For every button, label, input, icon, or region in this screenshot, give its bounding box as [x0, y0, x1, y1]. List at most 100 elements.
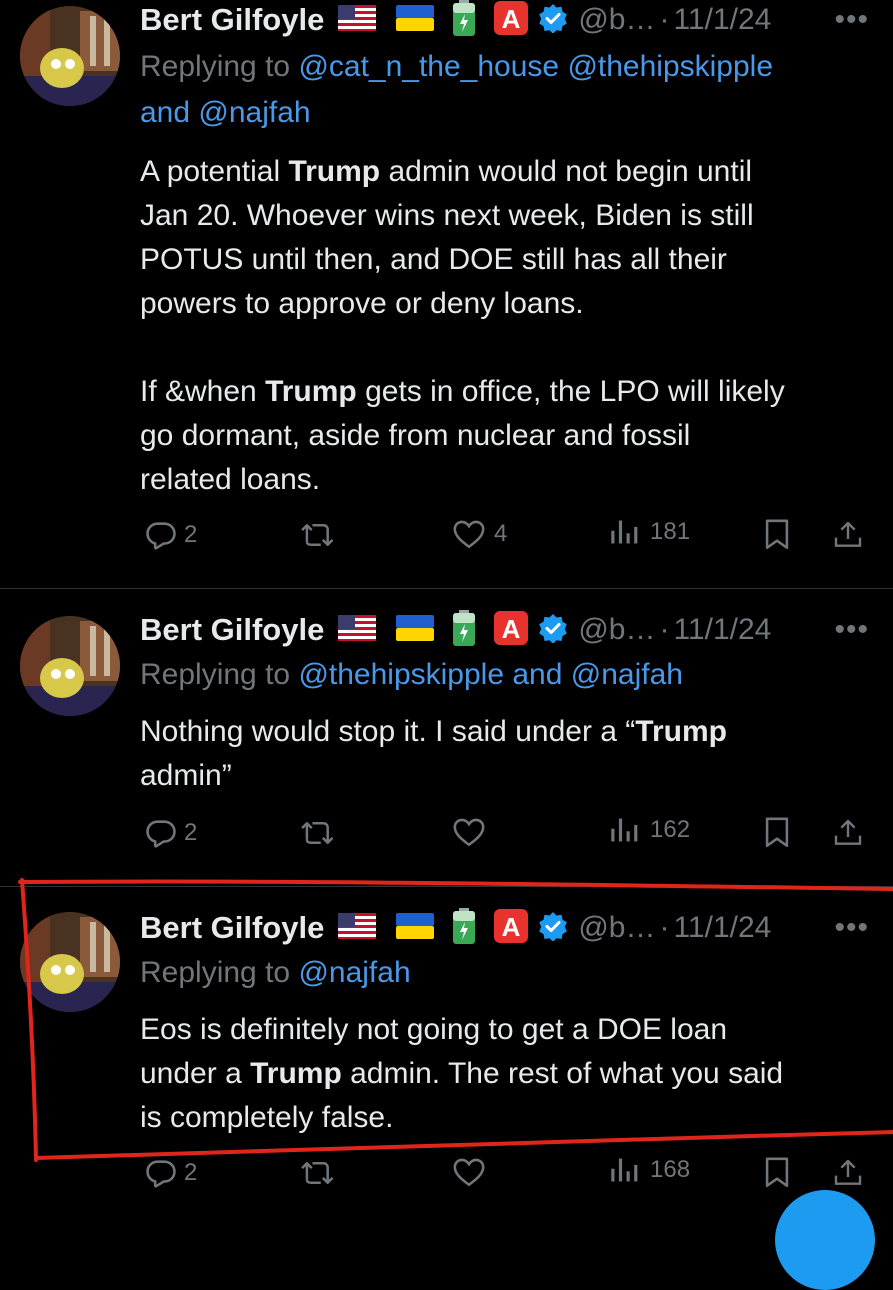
share-icon — [834, 1159, 862, 1185]
battery-icon — [452, 609, 476, 651]
views-icon — [611, 520, 638, 544]
heart-icon — [453, 1158, 485, 1187]
svg-text:A: A — [502, 912, 521, 942]
heart-icon — [453, 520, 485, 549]
reply-button[interactable]: 2 — [144, 518, 197, 552]
more-options-icon[interactable]: ••• — [834, 3, 869, 37]
author-name[interactable]: Bert Gilfoyle — [140, 612, 324, 648]
tweet-text-line: go dormant, aside from nuclear and fossi… — [140, 414, 875, 458]
reply-button[interactable]: 2 — [144, 1156, 197, 1190]
text-run: under a — [140, 1057, 251, 1090]
reply-icon — [146, 820, 176, 848]
tweet-header: Bert Gilfoyle A @b… · 11/1/24 ••• — [140, 609, 893, 651]
retweet-icon — [301, 524, 334, 546]
tweet-date[interactable]: 11/1/24 — [673, 911, 771, 945]
retweet-button[interactable] — [300, 816, 336, 850]
red-a-icon: A — [494, 610, 529, 650]
text-run: go dormant, aside from nuclear and fossi… — [140, 419, 691, 452]
separator-dot: · — [659, 3, 670, 36]
text-run: Nothing would stop it. I said under a “ — [140, 715, 636, 748]
bookmark-button[interactable] — [762, 518, 792, 552]
bold-keyword: Trump — [265, 375, 357, 408]
mention-link[interactable]: @cat_n_the_house — [298, 50, 559, 83]
compose-button[interactable] — [775, 1190, 875, 1290]
bookmark-button[interactable] — [762, 1156, 792, 1190]
avatar[interactable] — [20, 616, 120, 716]
replying-prefix: Replying to — [140, 658, 299, 691]
tweet-text: Nothing would stop it. I said under a “T… — [140, 710, 875, 798]
tweet[interactable]: Bert Gilfoyle A @b… · 11/1/24 ••• Replyi… — [0, 596, 893, 886]
tweet-date[interactable]: 11/1/24 — [673, 613, 771, 647]
mention-link[interactable]: @thehipskipple — [298, 658, 504, 691]
tweet[interactable]: Bert Gilfoyle A @b… · 11/1/24 ••• Replyi… — [0, 894, 893, 1200]
tweet-text: A potential Trump admin would not begin … — [140, 150, 875, 502]
tweet-date[interactable]: 11/1/24 — [673, 3, 771, 37]
tweet-text-line: POTUS until then, and DOE still has all … — [140, 238, 875, 282]
tweet-text-line: admin” — [140, 754, 875, 798]
tweet[interactable]: Bert Gilfoyle A @b… · 11/1/24 ••• Replyi… — [0, 0, 893, 588]
retweet-button[interactable] — [300, 1156, 336, 1190]
bookmark-button[interactable] — [762, 816, 792, 850]
reply-count: 2 — [184, 819, 198, 846]
text-run: If &when — [140, 375, 266, 408]
views-button[interactable]: 162 — [608, 816, 690, 844]
share-icon — [834, 521, 862, 547]
like-button[interactable] — [452, 1156, 486, 1188]
tweet-text-line: Eos is definitely not going to get a DOE… — [140, 1008, 875, 1052]
avatar[interactable] — [20, 6, 120, 106]
views-button[interactable]: 168 — [608, 1156, 690, 1184]
share-icon — [834, 819, 862, 845]
verified-icon — [538, 911, 568, 946]
bold-keyword: Trump — [288, 155, 381, 188]
ukraine-flag-icon — [396, 614, 435, 646]
tweet-actions: 2 168 — [140, 1156, 893, 1196]
tweet-header: Bert Gilfoyle A @b… · 11/1/24 ••• — [140, 0, 893, 40]
author-handle[interactable]: @b… — [578, 911, 655, 945]
red-a-icon: A — [494, 908, 529, 948]
author-name[interactable]: Bert Gilfoyle — [140, 910, 324, 946]
share-button[interactable] — [832, 816, 864, 850]
retweet-icon — [301, 1162, 334, 1184]
reply-count: 2 — [184, 521, 198, 548]
text-run: Jan 20. Whoever wins next week, Biden is… — [140, 199, 754, 232]
ukraine-flag-icon — [396, 912, 435, 944]
tweet-text-line: is completely false. — [140, 1096, 875, 1140]
bookmark-icon — [765, 1157, 789, 1188]
us-flag-icon — [338, 614, 377, 646]
like-button[interactable]: 4 — [452, 518, 507, 550]
text-run: powers to approve or deny loans. — [140, 287, 584, 320]
share-button[interactable] — [832, 518, 864, 552]
tweet-text-line: related loans. — [140, 458, 875, 502]
svg-text:A: A — [502, 4, 521, 34]
us-flag-icon — [338, 4, 377, 36]
replying-to: Replying to @cat_n_the_house @thehipskip… — [140, 44, 860, 136]
author-handle[interactable]: @b… — [578, 3, 655, 37]
view-count: 181 — [650, 518, 691, 545]
replying-to: Replying to @thehipskipple and @najfah — [140, 652, 880, 698]
text-run: A potential — [140, 155, 289, 188]
views-button[interactable]: 181 — [608, 518, 690, 546]
more-options-icon[interactable]: ••• — [834, 911, 869, 945]
avatar[interactable] — [20, 912, 120, 1012]
text-run: POTUS until then, and DOE still has all … — [140, 243, 727, 276]
tweet-text-line: under a Trump admin. The rest of what yo… — [140, 1052, 875, 1096]
text-run: gets in office, the LPO will likely — [356, 375, 785, 408]
heart-icon — [453, 818, 485, 847]
tweet-text-line — [140, 326, 875, 370]
tweet-actions: 2 162 — [140, 816, 893, 856]
mention-link[interactable]: @thehipskipple — [567, 50, 773, 83]
like-button[interactable] — [452, 816, 486, 848]
separator-dot: · — [659, 613, 670, 646]
us-flag-icon — [338, 912, 377, 944]
author-handle[interactable]: @b… — [578, 613, 655, 647]
retweet-button[interactable] — [300, 518, 336, 552]
mention-link[interactable]: @najfah — [198, 96, 310, 129]
author-name[interactable]: Bert Gilfoyle — [140, 2, 324, 38]
mention-link[interactable]: @najfah — [571, 658, 683, 691]
battery-icon — [452, 0, 476, 41]
mention-link[interactable]: @najfah — [298, 956, 410, 989]
separator-dot: · — [659, 911, 670, 944]
reply-button[interactable]: 2 — [144, 816, 197, 850]
share-button[interactable] — [832, 1156, 864, 1190]
more-options-icon[interactable]: ••• — [834, 613, 869, 647]
